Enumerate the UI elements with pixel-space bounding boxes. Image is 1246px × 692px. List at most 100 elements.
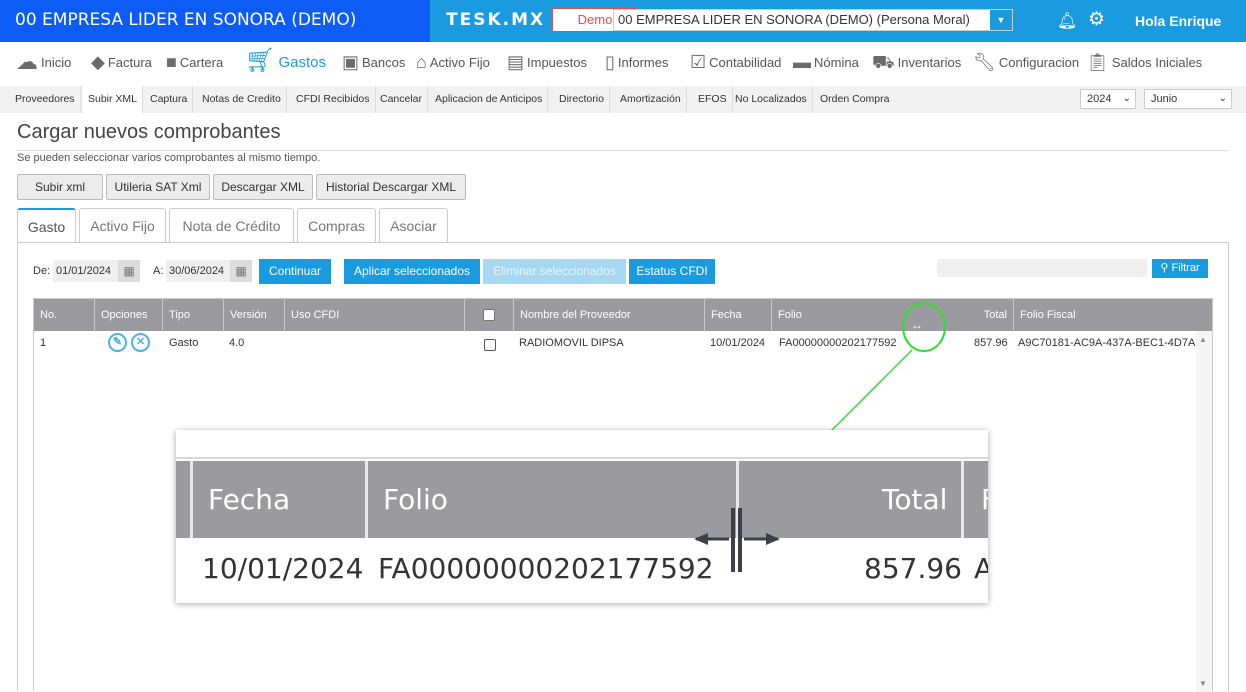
bell-icon[interactable]: 🔔︎ — [1057, 11, 1077, 31]
tab-gasto[interactable]: Gasto — [17, 208, 76, 243]
cell-proveedor: RADIOMOVIL DIPSA — [519, 337, 624, 349]
user-greeting[interactable]: Hola Enrique — [1135, 13, 1221, 29]
search-icon: ⚲ — [1160, 262, 1169, 274]
zoom-header: Fecha Folio Total F — [176, 461, 988, 538]
col-select-all — [465, 299, 514, 331]
company-select-value: 00 EMPRESA LIDER EN SONORA (DEMO) (Perso… — [618, 12, 970, 27]
nav-configuracion[interactable]: 🔧︎ Configuracion — [973, 53, 1079, 71]
zoom-cell-fecha: 10/01/2024 — [202, 552, 364, 585]
subnav-proveedores[interactable]: Proveedores — [10, 86, 81, 113]
from-label: De: — [33, 265, 51, 277]
cell-folio: FA00000000202177592 — [779, 337, 897, 349]
filter-button[interactable]: ⚲ Filtrar — [1152, 259, 1208, 278]
calendar-icon[interactable]: ▦ — [230, 260, 252, 282]
edit-icon[interactable]: ✎ — [108, 333, 127, 352]
from-date-input[interactable]: 01/01/2024 — [53, 260, 118, 282]
nav-cartera[interactable]: ■ Cartera — [166, 53, 223, 71]
nav-contabilidad[interactable]: ☑ Contabilidad — [690, 53, 781, 71]
subnav-subir-xml[interactable]: Subir XML — [83, 86, 144, 113]
cell-fecha: 10/01/2024 — [710, 337, 766, 349]
cell-tipo: Gasto — [169, 337, 199, 349]
subnav-orden-compra[interactable]: Orden Compra — [815, 86, 894, 113]
delete-icon[interactable]: ✕ — [131, 333, 150, 352]
year-select[interactable]: 2024 ⌄ — [1080, 89, 1136, 109]
nav-nomina[interactable]: ▬ Nómina — [793, 53, 859, 71]
col-fecha[interactable]: Fecha — [705, 299, 772, 331]
subnav-captura[interactable]: Captura — [145, 86, 194, 113]
col-version[interactable]: Versión — [224, 299, 285, 331]
company-name: 00 EMPRESA LIDER EN SONORA (DEMO) — [0, 0, 430, 42]
col-opciones[interactable]: Opciones — [95, 299, 163, 331]
grid-scrollbar[interactable]: ▲ ▼ — [1196, 299, 1212, 692]
col-uso-cfdi[interactable]: Uso CFDI — [285, 299, 465, 331]
subnav-notas-de-credito[interactable]: Notas de Credito — [197, 86, 287, 113]
download-xml-button[interactable]: Descargar XML — [213, 174, 313, 200]
house-icon: ⌂ — [416, 52, 427, 72]
delete-selected-button[interactable]: Eliminar seleccionados — [483, 259, 626, 284]
col-folio-fiscal[interactable]: Folio Fiscal — [1014, 299, 1196, 331]
filter-input[interactable] — [937, 259, 1147, 277]
cell-total: 857.96 — [974, 337, 1008, 349]
top-bar-right: TESK.MX Demo 00 EMPRESA LIDER EN SONORA … — [430, 0, 1246, 42]
tab-asociar[interactable]: Asociar — [379, 208, 448, 242]
cell-folio-fiscal: A9C70181-AC9A-437A-BEC1-4D7AE — [1018, 337, 1196, 349]
to-label: A: — [153, 265, 164, 277]
nav-gastos[interactable]: 🛒︎ Gastos — [245, 48, 326, 72]
cursor-highlight — [902, 302, 946, 352]
subnav-amortizacion[interactable]: Amortización — [615, 86, 687, 113]
sat-xml-utility-button[interactable]: Utileria SAT Xml — [106, 174, 210, 200]
cloud-icon: ☁ — [16, 49, 38, 74]
calendar-icon[interactable]: ▦ — [118, 260, 140, 282]
briefcase-icon: ■ — [166, 52, 177, 72]
zoom-cell-folio-fiscal: A — [974, 552, 988, 585]
month-select[interactable]: Junio ⌄ — [1144, 89, 1232, 109]
subnav-aplicacion-anticipos[interactable]: Aplicacion de Anticipos — [430, 86, 549, 113]
document-icon: ▯ — [605, 52, 615, 72]
subnav-cancelar[interactable]: Cancelar — [375, 86, 429, 113]
tag-icon: ◆ — [91, 52, 105, 72]
zoom-col-total: Total — [882, 483, 948, 516]
nav-impuestos[interactable]: ▤ Impuestos — [507, 53, 587, 71]
tab-nota-de-credito[interactable]: Nota de Crédito — [169, 208, 294, 242]
scroll-up-icon[interactable]: ▲ — [1199, 335, 1207, 344]
divider — [17, 150, 1229, 151]
row-checkbox[interactable] — [484, 339, 496, 351]
scroll-down-icon[interactable]: ▼ — [1199, 679, 1207, 688]
nav-inicio[interactable]: ☁ Inicio — [16, 49, 71, 74]
col-tipo[interactable]: Tipo — [163, 299, 224, 331]
nav-factura[interactable]: ◆ Factura — [91, 53, 152, 71]
subnav-efos[interactable]: EFOS — [693, 86, 733, 113]
wrench-icon: 🔧︎ — [973, 52, 996, 72]
chevron-down-icon[interactable]: ▼ — [990, 10, 1012, 30]
nav-bancos[interactable]: ▣ Bancos — [342, 53, 405, 71]
subnav-no-localizados[interactable]: No Localizados — [730, 86, 813, 113]
col-no[interactable]: No. — [34, 299, 95, 331]
main-nav: ☁ Inicio ◆ Factura ■ Cartera 🛒︎ Gastos ▣ Banc… — [0, 42, 1246, 86]
subnav-directorio[interactable]: Directorio — [554, 86, 610, 113]
cfdi-status-button[interactable]: Estatus CFDI — [629, 259, 715, 284]
app-logo[interactable]: TESK.MX — [446, 10, 545, 30]
sub-nav: Proveedores Subir XML Captura Notas de C… — [0, 86, 1246, 113]
select-all-checkbox[interactable] — [483, 309, 495, 321]
to-date-input[interactable]: 30/06/2024 — [166, 260, 230, 282]
zoom-col-folio: Folio — [383, 483, 448, 516]
subnav-cfdi-recibidos[interactable]: CFDI Recibidos — [291, 86, 376, 113]
gear-icon[interactable]: ⚙ — [1088, 8, 1105, 31]
nav-saldos-iniciales[interactable]: 📋︎ Saldos Iniciales — [1086, 53, 1202, 71]
nav-activo-fijo[interactable]: ⌂ Activo Fijo — [416, 53, 490, 71]
download-history-button[interactable]: Historial Descargar XML — [316, 174, 466, 200]
upload-xml-button[interactable]: Subir xml — [17, 174, 103, 200]
apply-selected-button[interactable]: Aplicar seleccionados — [344, 259, 480, 284]
nav-informes[interactable]: ▯ Informes — [605, 53, 668, 71]
company-select[interactable]: 00 EMPRESA LIDER EN SONORA (DEMO) (Perso… — [613, 9, 1013, 31]
zoom-callout: Fecha Folio Total F 10/01/2024 FA0000000… — [176, 430, 988, 603]
page-subtitle: Se pueden seleccionar varios comprobante… — [17, 152, 321, 164]
grid-header: No. Opciones Tipo Versión Uso CFDI Nombr… — [34, 299, 1196, 331]
continue-button[interactable]: Continuar — [259, 259, 331, 284]
tab-compras[interactable]: Compras — [297, 208, 376, 242]
column-resize-icon — [694, 508, 780, 572]
col-proveedor[interactable]: Nombre del Proveedor — [514, 299, 705, 331]
tab-activo-fijo[interactable]: Activo Fijo — [79, 208, 166, 242]
zoom-col-folio-fiscal: F — [981, 461, 988, 538]
nav-inventarios[interactable]: ⛟ Inventarios — [872, 53, 961, 71]
